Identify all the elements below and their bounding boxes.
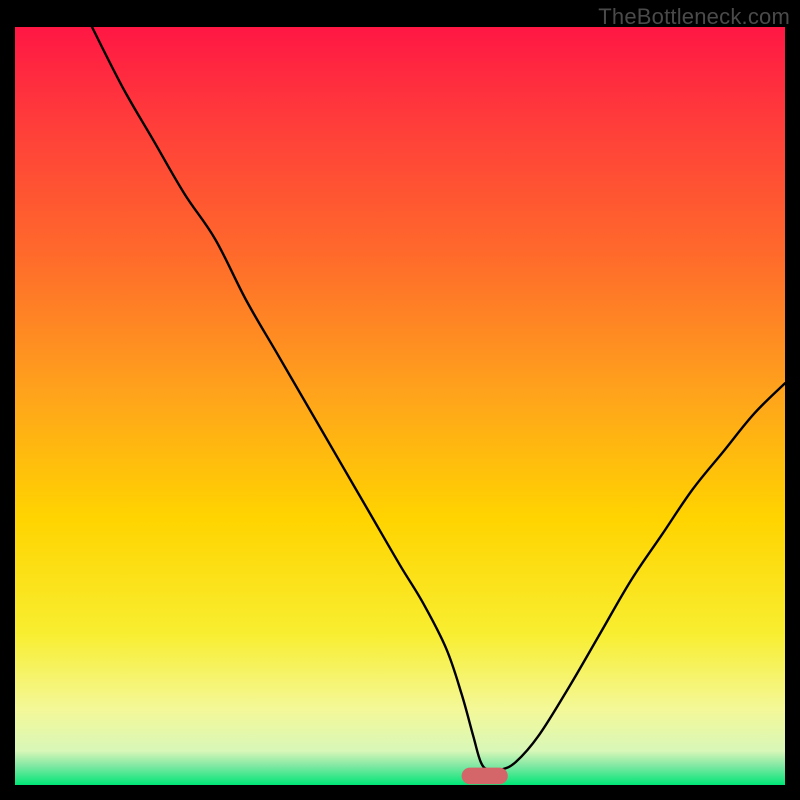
watermark-text: TheBottleneck.com bbox=[598, 4, 790, 30]
plot-frame bbox=[15, 27, 785, 785]
gradient-background bbox=[15, 27, 785, 785]
bottleneck-chart bbox=[15, 27, 785, 785]
optimum-marker bbox=[462, 768, 508, 785]
chart-wrapper: TheBottleneck.com bbox=[0, 0, 800, 800]
